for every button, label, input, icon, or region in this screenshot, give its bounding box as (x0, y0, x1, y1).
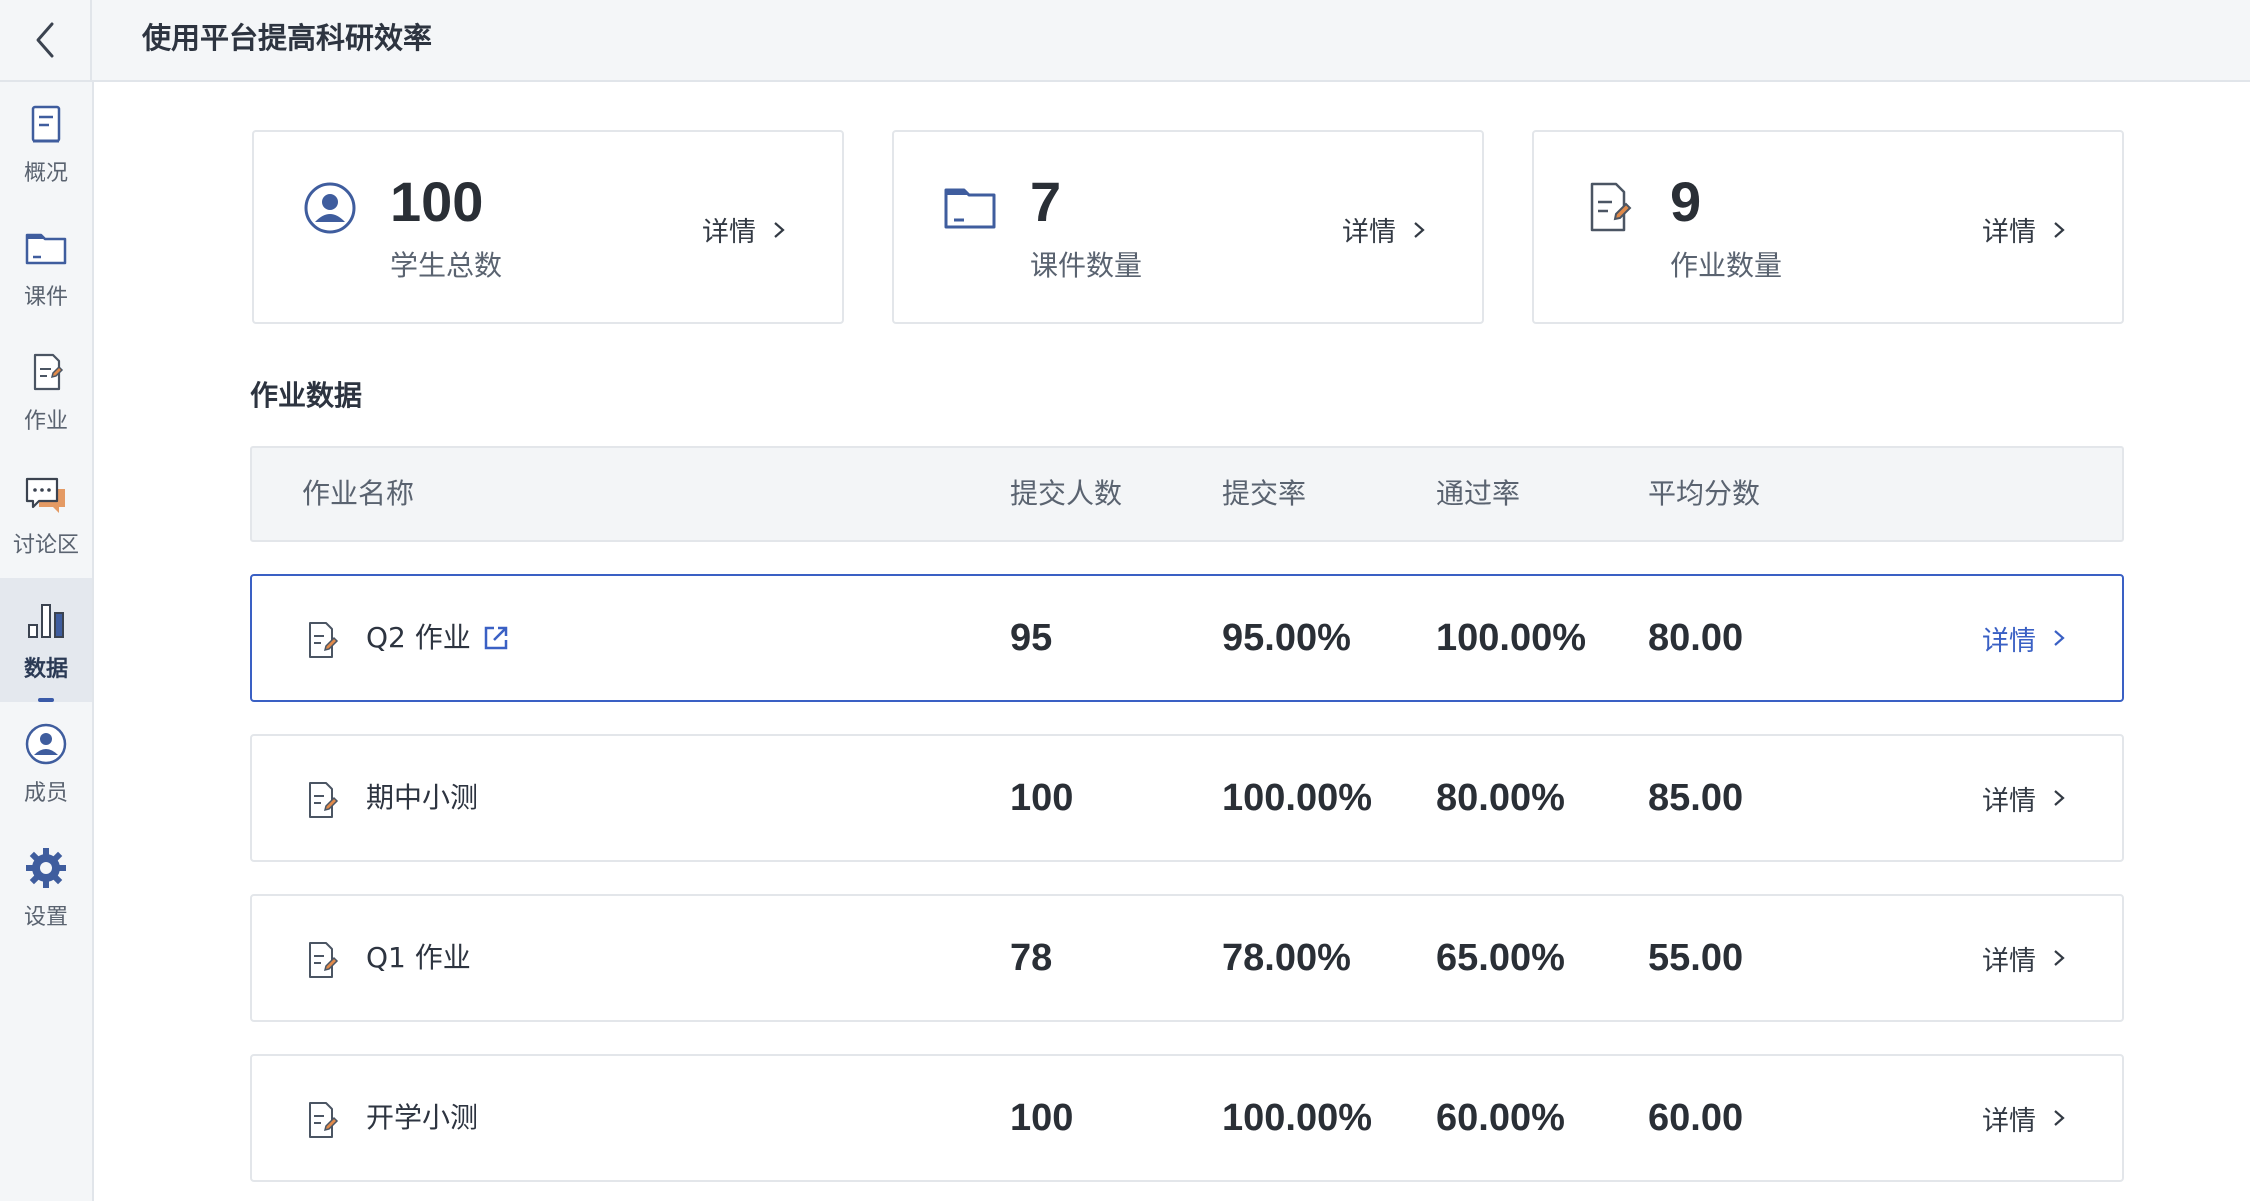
column-header-pass-rate: 通过率 (1436, 477, 1521, 510)
average-score: 85.00 (1648, 777, 1744, 819)
stat-card-courseware: 7 课件数量 详情 (892, 130, 1484, 324)
courseware-detail-link[interactable]: 详情 (1342, 210, 1426, 249)
chevron-right-icon (2054, 630, 2065, 646)
assignment-icon (309, 622, 339, 658)
assignment-count-label: 作业数量 (1670, 249, 1783, 282)
detail-label: 详情 (1982, 1105, 2036, 1137)
sidebar-item-label: 设置 (23, 905, 68, 930)
submit-rate: 100.00% (1222, 777, 1373, 819)
column-header-submitted: 提交人数 (1010, 477, 1123, 510)
assignment-name: Q2 作业 (366, 621, 471, 654)
sidebar-item-label: 概况 (23, 161, 68, 186)
chevron-right-icon (2054, 950, 2065, 966)
sidebar-item-overview[interactable]: 概况 (0, 82, 92, 206)
back-button[interactable] (0, 0, 92, 80)
assignment-icon (309, 782, 339, 818)
students-detail-link[interactable]: 详情 (702, 210, 786, 249)
sidebar-item-settings[interactable]: 设置 (0, 826, 92, 950)
detail-label: 详情 (1982, 625, 2036, 657)
assignment-icon (1590, 182, 1632, 232)
gear-icon (26, 848, 66, 888)
column-header-name: 作业名称 (302, 477, 415, 510)
assignment-icon (33, 353, 64, 391)
detail-label: 详情 (1982, 217, 2036, 248)
sidebar-item-assignments[interactable]: 作业 (0, 330, 92, 454)
sidebar-item-label: 讨论区 (12, 533, 79, 558)
detail-label: 详情 (1982, 785, 2036, 817)
submitted-count: 95 (1010, 617, 1053, 659)
user-icon (304, 182, 356, 234)
top-bar: 使用平台提高科研效率 (0, 0, 2250, 82)
overview-doc-icon (31, 105, 61, 143)
external-link-icon[interactable] (482, 624, 510, 652)
sidebar-item-label: 课件 (23, 285, 68, 310)
table-header: 作业名称 提交人数 提交率 通过率 平均分数 (250, 446, 2124, 542)
assignment-name: 期中小测 (366, 781, 479, 814)
assignment-icon (309, 1102, 339, 1138)
pass-rate: 80.00% (1436, 777, 1565, 819)
assignments-detail-link[interactable]: 详情 (1982, 210, 2066, 249)
section-title: 作业数据 (250, 379, 363, 412)
average-score: 55.00 (1648, 937, 1744, 979)
submit-rate: 78.00% (1222, 937, 1351, 979)
assignment-name: Q1 作业 (366, 941, 471, 974)
table-row[interactable]: 开学小测 100 100.00% 60.00% 60.00 详情 (250, 1054, 2124, 1182)
chevron-right-icon (1414, 221, 1425, 238)
folder-icon (944, 188, 996, 229)
sidebar-item-label: 成员 (23, 781, 68, 806)
table-row[interactable]: Q1 作业 78 78.00% 65.00% 55.00 详情 (250, 894, 2124, 1022)
submit-rate: 95.00% (1222, 617, 1351, 659)
sidebar-item-label: 作业 (23, 409, 68, 434)
student-count: 100 (390, 170, 484, 233)
submit-rate: 100.00% (1222, 1097, 1373, 1139)
submitted-count: 100 (1010, 1097, 1074, 1139)
sidebar-item-courseware[interactable]: 课件 (0, 206, 92, 330)
table-row[interactable]: 期中小测 100 100.00% 80.00% 85.00 详情 (250, 734, 2124, 862)
detail-label: 详情 (1342, 217, 1396, 248)
row-detail-link[interactable]: 详情 (1982, 896, 2066, 1020)
detail-label: 详情 (702, 217, 756, 248)
sidebar-item-data[interactable]: 数据 (0, 578, 92, 702)
stat-card-students: 100 学生总数 详情 (252, 130, 844, 324)
chat-icon (25, 477, 65, 513)
chevron-left-icon (36, 22, 54, 58)
pass-rate: 60.00% (1436, 1097, 1565, 1139)
sidebar-item-members[interactable]: 成员 (0, 702, 92, 826)
chevron-right-icon (774, 221, 785, 238)
student-count-label: 学生总数 (390, 249, 503, 282)
column-header-average: 平均分数 (1648, 477, 1761, 510)
average-score: 60.00 (1648, 1097, 1744, 1139)
submitted-count: 100 (1010, 777, 1074, 819)
chevron-right-icon (2054, 790, 2065, 806)
sidebar: 概况 课件 作业 讨论区 数据 成员 设置 (0, 82, 94, 1201)
page-title: 使用平台提高科研效率 (142, 21, 433, 55)
row-detail-link[interactable]: 详情 (1982, 576, 2066, 700)
sidebar-item-label: 数据 (23, 657, 68, 682)
assignment-icon (309, 942, 339, 978)
stat-card-assignments: 9 作业数量 详情 (1532, 130, 2124, 324)
pass-rate: 65.00% (1436, 937, 1565, 979)
assignment-count: 9 (1670, 170, 1702, 233)
user-icon (25, 723, 67, 765)
bar-chart-icon (28, 604, 64, 638)
detail-label: 详情 (1982, 945, 2036, 977)
submitted-count: 78 (1010, 937, 1053, 979)
average-score: 80.00 (1648, 617, 1744, 659)
chevron-right-icon (2054, 221, 2065, 238)
row-detail-link[interactable]: 详情 (1982, 1056, 2066, 1180)
table-row[interactable]: Q2 作业 95 95.00% 100.00% 80.00 详情 (250, 574, 2124, 702)
courseware-count: 7 (1030, 170, 1062, 233)
courseware-count-label: 课件数量 (1030, 249, 1143, 282)
folder-icon (25, 233, 67, 265)
pass-rate: 100.00% (1436, 617, 1587, 659)
row-detail-link[interactable]: 详情 (1982, 736, 2066, 860)
sidebar-item-discussion[interactable]: 讨论区 (0, 454, 92, 578)
assignment-name: 开学小测 (366, 1101, 479, 1134)
chevron-right-icon (2054, 1110, 2065, 1126)
column-header-submit-rate: 提交率 (1222, 477, 1307, 510)
